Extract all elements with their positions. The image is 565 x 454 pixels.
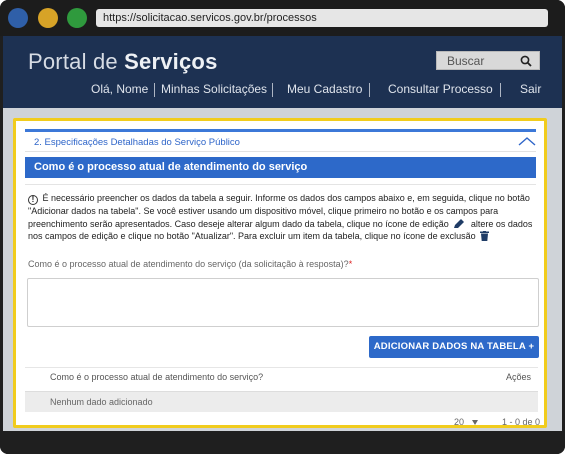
site-logo[interactable]: Portal de Serviços	[28, 49, 218, 75]
service-details-panel: 2. Especificações Detalhadas do Serviço …	[13, 118, 547, 428]
minimize-window-button[interactable]	[38, 8, 58, 28]
caret-down-icon[interactable]	[472, 420, 478, 425]
instructions-text: ! É necessário preencher os dados da tab…	[28, 192, 538, 243]
divider	[25, 184, 536, 185]
browser-window: https://solicitacao.servicos.gov.br/proc…	[0, 0, 565, 454]
process-field-label-text: Como é o processo atual de atendimento d…	[28, 259, 349, 269]
nav-consultar-processo[interactable]: Consultar Processo	[388, 82, 493, 98]
browser-bottom-frame	[0, 431, 565, 454]
nav-greeting[interactable]: Olá, Nome	[91, 82, 148, 98]
required-asterisk: *	[348, 259, 353, 269]
process-field-label: Como é o processo atual de atendimento d…	[28, 259, 352, 269]
pencil-icon	[454, 218, 465, 228]
nav-divider	[369, 83, 370, 97]
close-window-button[interactable]	[8, 8, 28, 28]
nav-sair[interactable]: Sair	[520, 82, 541, 98]
brand-light-text: Portal de	[28, 49, 118, 74]
brand-bold-text: Serviços	[124, 49, 218, 74]
empty-message: Nenhum dado adicionado	[50, 397, 153, 407]
divider	[25, 151, 536, 152]
process-description-textarea[interactable]	[27, 278, 539, 327]
page-size-select[interactable]: 20	[454, 417, 464, 425]
column-header-process[interactable]: Como é o processo atual de atendimento d…	[50, 372, 263, 382]
site-header: Portal de Serviços Buscar Olá, Nome Minh…	[3, 36, 562, 108]
chevron-up-icon[interactable]	[518, 136, 536, 146]
search-icon[interactable]	[520, 55, 532, 67]
section-top-line	[25, 129, 536, 132]
address-bar[interactable]: https://solicitacao.servicos.gov.br/proc…	[96, 9, 548, 27]
divider	[25, 367, 538, 368]
search-input[interactable]: Buscar	[436, 51, 540, 70]
trash-icon	[480, 231, 490, 242]
nav-meu-cadastro[interactable]: Meu Cadastro	[287, 82, 362, 98]
add-table-data-button[interactable]: ADICIONAR DADOS NA TABELA +	[369, 336, 539, 358]
maximize-window-button[interactable]	[67, 8, 87, 28]
search-placeholder: Buscar	[447, 54, 485, 68]
nav-divider	[500, 83, 501, 97]
page-viewport: Portal de Serviços Buscar Olá, Nome Minh…	[3, 36, 562, 431]
nav-divider	[272, 83, 273, 97]
table-empty-row: Nenhum dado adicionado	[25, 391, 538, 412]
section-title[interactable]: 2. Especificações Detalhadas do Serviço …	[34, 137, 240, 148]
column-header-actions: Ações	[506, 372, 532, 382]
nav-minhas-solicitacoes[interactable]: Minhas Solicitações	[161, 82, 267, 98]
nav-divider	[154, 83, 155, 97]
browser-toolbar: https://solicitacao.servicos.gov.br/proc…	[0, 0, 565, 36]
info-icon: !	[28, 195, 38, 205]
pagination-range: 1 - 0 de 0	[502, 417, 541, 427]
subsection-title: Como é o processo atual de atendimento d…	[34, 161, 308, 173]
subsection-header: Como é o processo atual de atendimento d…	[25, 157, 536, 178]
